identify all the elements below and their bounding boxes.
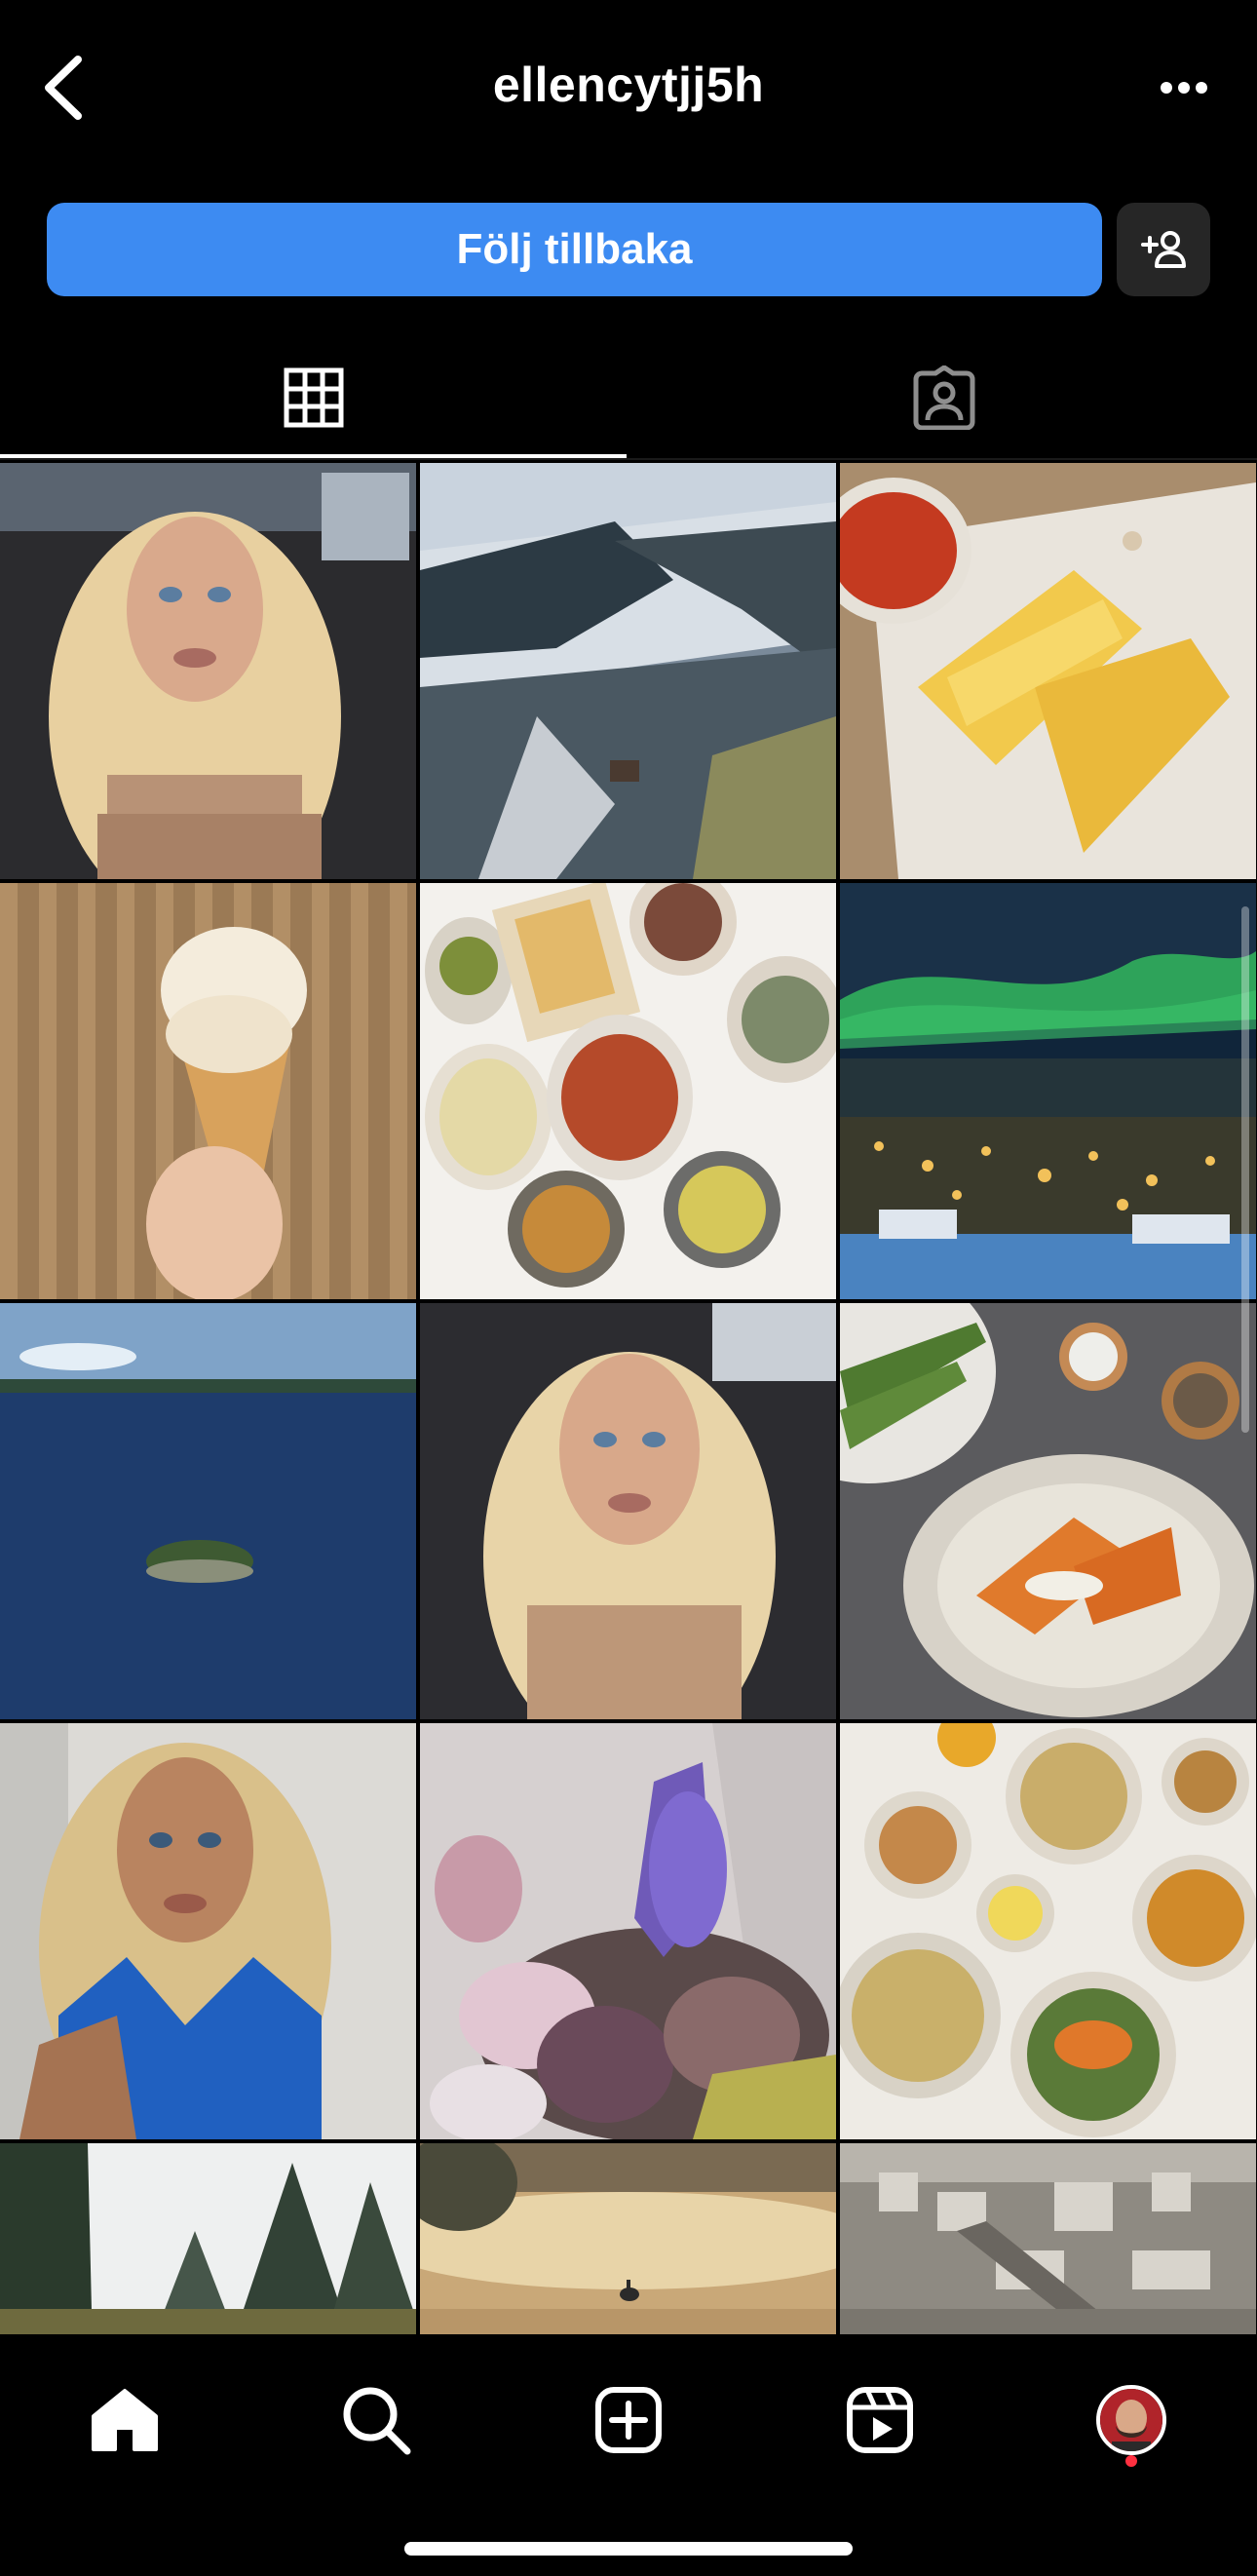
grid-icon bbox=[284, 367, 343, 427]
plus-square-icon bbox=[595, 2387, 662, 2453]
suggested-users-button[interactable] bbox=[1117, 203, 1210, 296]
post-thumbnail[interactable] bbox=[0, 1723, 416, 2139]
post-thumbnail[interactable] bbox=[0, 463, 416, 879]
post-thumbnail[interactable] bbox=[420, 2143, 836, 2334]
search-icon bbox=[343, 2387, 411, 2455]
top-bar: ellencytjj5h bbox=[0, 0, 1257, 175]
home-indicator bbox=[404, 2542, 853, 2556]
profile-tabs bbox=[0, 331, 1257, 463]
post-thumbnail[interactable] bbox=[840, 1723, 1256, 2139]
add-person-icon bbox=[1141, 231, 1186, 268]
nav-create[interactable] bbox=[575, 2371, 682, 2469]
reels-icon bbox=[847, 2387, 913, 2453]
post-thumbnail[interactable] bbox=[0, 2143, 416, 2334]
notification-dot bbox=[1125, 2455, 1137, 2467]
post-thumbnail[interactable] bbox=[840, 463, 1256, 879]
follow-back-button[interactable]: Följ tillbaka bbox=[47, 203, 1102, 296]
post-thumbnail[interactable] bbox=[420, 1303, 836, 1719]
posts-grid bbox=[0, 463, 1257, 2334]
post-thumbnail[interactable] bbox=[0, 883, 416, 1299]
more-horizontal-icon bbox=[1161, 82, 1207, 94]
post-thumbnail[interactable] bbox=[420, 1723, 836, 2139]
post-thumbnail[interactable] bbox=[420, 883, 836, 1299]
profile-username: ellencytjj5h bbox=[492, 58, 765, 112]
tabs-divider bbox=[0, 458, 1257, 460]
tagged-person-icon bbox=[913, 365, 974, 430]
post-thumbnail[interactable] bbox=[420, 463, 836, 879]
post-thumbnail[interactable] bbox=[0, 1303, 416, 1719]
scrollbar[interactable] bbox=[1241, 906, 1249, 1433]
more-options-button[interactable] bbox=[1140, 58, 1228, 117]
home-icon bbox=[92, 2389, 158, 2451]
post-thumbnail[interactable] bbox=[840, 883, 1256, 1299]
post-thumbnail[interactable] bbox=[840, 2143, 1256, 2334]
avatar-icon bbox=[1096, 2385, 1166, 2455]
bottom-nav bbox=[0, 2334, 1257, 2576]
nav-profile[interactable] bbox=[1078, 2371, 1185, 2469]
nav-reels[interactable] bbox=[826, 2371, 933, 2469]
post-thumbnail[interactable] bbox=[840, 1303, 1256, 1719]
tab-tagged[interactable] bbox=[630, 331, 1257, 463]
nav-home[interactable] bbox=[71, 2371, 178, 2469]
nav-search[interactable] bbox=[323, 2371, 430, 2469]
tab-posts-grid[interactable] bbox=[0, 331, 627, 463]
